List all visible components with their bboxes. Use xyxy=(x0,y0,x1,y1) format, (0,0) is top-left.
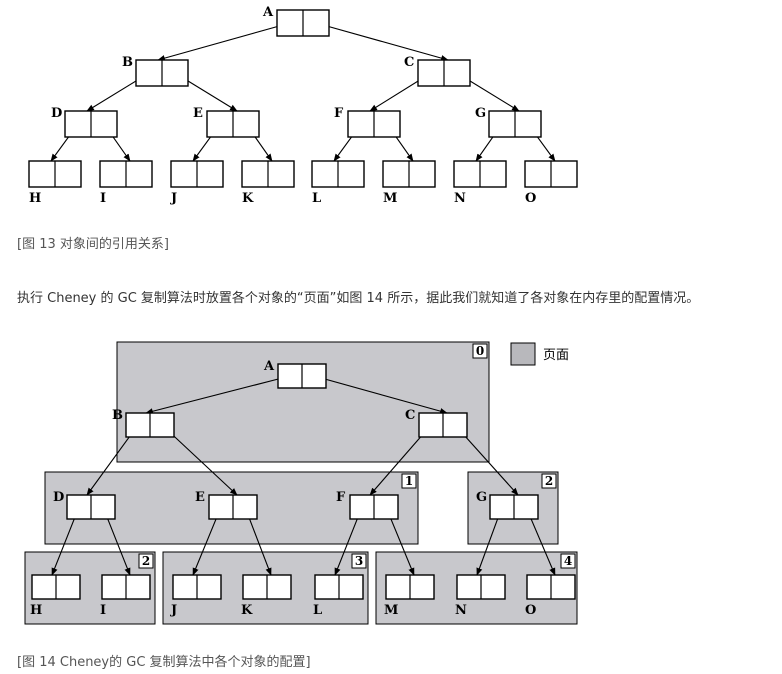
object-label-G: G xyxy=(475,106,486,121)
object-label-F: F xyxy=(336,490,346,505)
object-label-F: F xyxy=(334,106,344,121)
reference-arrow-A-B xyxy=(157,22,291,62)
object-label-C: C xyxy=(404,55,414,70)
page-number: 1 xyxy=(405,474,413,488)
page-number: 2 xyxy=(142,554,150,568)
object-label-O: O xyxy=(525,603,536,618)
object-label-L: L xyxy=(313,603,322,618)
page-placement-diagram: 0 1 2 2 3 4 页面 A B C D E F G H I J K L M N O xyxy=(24,341,578,625)
object-label-I: I xyxy=(100,603,106,618)
page-number: 2 xyxy=(545,474,553,488)
object-label-E: E xyxy=(195,490,205,505)
object-reference-diagram: A B C D E F G H I J K L M N O xyxy=(28,5,578,206)
page-number: 3 xyxy=(355,554,363,568)
object-label-B: B xyxy=(122,55,133,70)
object-label-J: J xyxy=(170,191,177,206)
object-label-D: D xyxy=(51,106,62,121)
object-label-L: L xyxy=(312,191,321,206)
legend-label: 页面 xyxy=(543,348,569,363)
object-label-A: A xyxy=(263,359,275,374)
object-label-H: H xyxy=(30,603,42,618)
object-label-M: M xyxy=(383,191,397,206)
object-label-E: E xyxy=(193,106,203,121)
object-label-M: M xyxy=(384,603,398,618)
object-label-K: K xyxy=(241,603,253,618)
page-0-box xyxy=(116,341,490,463)
object-label-C: C xyxy=(405,408,415,423)
page-number: 0 xyxy=(476,344,484,358)
reference-arrow-A-C xyxy=(315,22,449,62)
object-label-B: B xyxy=(112,408,123,423)
figure-13-caption: [图 13 对象间的引用关系] xyxy=(17,237,169,252)
object-label-N: N xyxy=(454,191,466,206)
object-label-N: N xyxy=(455,603,467,618)
object-label-O: O xyxy=(525,191,536,206)
object-label-J: J xyxy=(170,603,177,618)
object-label-G: G xyxy=(476,490,487,505)
legend-swatch xyxy=(510,342,536,366)
object-label-A: A xyxy=(262,5,274,20)
object-label-D: D xyxy=(53,490,64,505)
page-number: 4 xyxy=(564,554,572,568)
figure-14-caption: [图 14 Cheney的 GC 复制算法中各个对象的配置] xyxy=(17,655,311,670)
body-paragraph: 执行 Cheney 的 GC 复制算法时放置各个对象的“页面”如图 14 所示，… xyxy=(17,291,700,306)
object-label-K: K xyxy=(242,191,254,206)
object-label-I: I xyxy=(100,191,106,206)
object-label-H: H xyxy=(29,191,41,206)
